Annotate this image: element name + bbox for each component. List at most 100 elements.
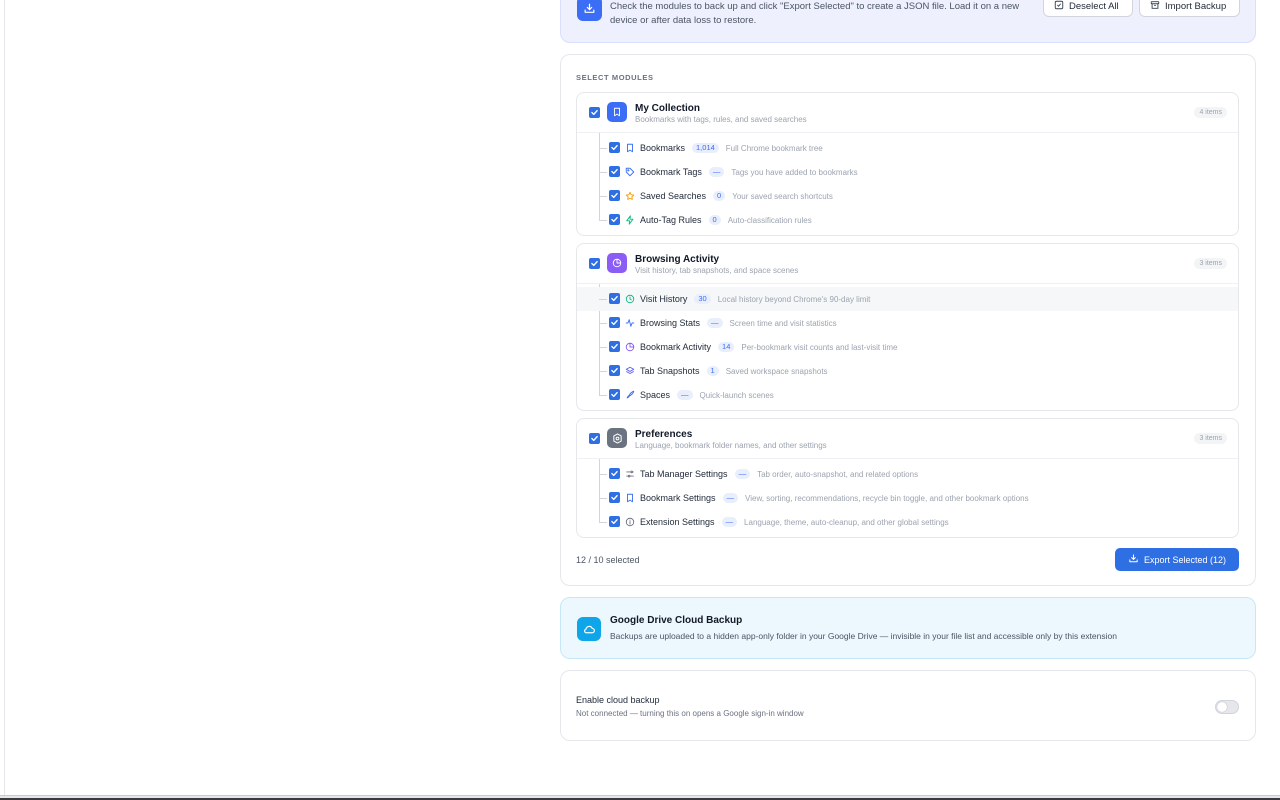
check-square-icon [1054,0,1064,13]
module-item[interactable]: Bookmark Tags — Tags you have added to b… [577,160,1238,184]
item-checkbox[interactable] [609,516,620,527]
item-checkbox[interactable] [609,142,620,153]
deselect-all-label: Deselect All [1069,0,1119,12]
item-info: Spaces — Quick-launch scenes [640,390,774,400]
group-title: My Collection [635,103,701,114]
item-desc: Tab order, auto-snapshot, and related op… [757,469,919,479]
item-label: Tab Manager Settings [640,469,728,479]
import-backup-label: Import Backup [1165,0,1227,12]
module-item[interactable]: Tab Snapshots 1 Saved workspace snapshot… [577,359,1238,383]
export-selected-button[interactable]: Export Selected (12) [1115,548,1239,571]
module-item[interactable]: Spaces — Quick-launch scenes [577,383,1238,407]
modules-card: SELECT MODULES My Collection Bookmarks w… [560,54,1256,586]
module-group-header[interactable]: Preferences Language, bookmark folder na… [577,419,1238,459]
item-desc: Your saved search shortcuts [732,191,833,201]
item-checkbox[interactable] [609,214,620,225]
module-group-items: Tab Manager Settings — Tab order, auto-s… [577,459,1238,537]
group-title: Browsing Activity [635,254,720,265]
settings-icon [607,428,627,448]
tree-branch [599,474,607,475]
item-count: 1 [706,366,719,376]
group-title: Preferences [635,429,693,440]
module-item[interactable]: Browsing Stats — Screen time and visit s… [577,311,1238,335]
module-item[interactable]: Auto-Tag Rules 0 Auto-classification rul… [577,208,1238,232]
module-item[interactable]: Saved Searches 0 Your saved search short… [577,184,1238,208]
item-desc: Tags you have added to bookmarks [731,167,858,177]
cloud-desc: Backups are uploaded to a hidden app-onl… [610,631,1117,641]
item-info: Bookmark Tags — Tags you have added to b… [640,167,858,177]
tree-branch [599,299,607,300]
banner-text: Check the modules to back up and click "… [610,1,1020,26]
item-desc: Screen time and visit statistics [729,318,837,328]
module-item[interactable]: Bookmark Settings — View, sorting, recom… [577,486,1238,510]
item-desc: Quick-launch scenes [699,390,774,400]
tree-branch [599,347,607,348]
toggle-desc: Not connected — turning this on opens a … [576,709,804,718]
archive-icon [1150,0,1160,13]
star-icon [625,191,635,201]
item-count: 0 [708,215,721,225]
item-label: Spaces [640,390,671,400]
item-count: — [721,517,738,527]
export-selected-label: Export Selected (12) [1143,554,1227,565]
tree-branch [599,196,607,197]
item-checkbox[interactable] [609,190,620,201]
backup-info-banner: Check the modules to back up and click "… [560,0,1256,43]
module-group-items: Bookmarks 1,014 Full Chrome bookmark tre… [577,133,1238,235]
module-group-header[interactable]: My Collection Bookmarks with tags, rules… [577,93,1238,133]
item-count: 30 [694,294,711,304]
item-label: Bookmark Activity [640,342,712,352]
module-item[interactable]: Visit History 30 Local history beyond Ch… [577,287,1238,311]
item-info: Tab Manager Settings — Tab order, auto-s… [640,469,918,479]
item-info: Saved Searches 0 Your saved search short… [640,191,833,201]
module-item[interactable]: Bookmark Activity 14 Per-bookmark visit … [577,335,1238,359]
group-checkbox[interactable] [589,258,600,269]
item-checkbox[interactable] [609,341,620,352]
tree-branch [599,172,607,173]
item-label: Bookmark Tags [640,167,702,177]
item-checkbox[interactable] [609,468,620,479]
toggle-title: Enable cloud backup [576,695,660,705]
module-item[interactable]: Bookmarks 1,014 Full Chrome bookmark tre… [577,136,1238,160]
item-checkbox[interactable] [609,492,620,503]
selected-count: 12 / 10 selected [576,555,640,565]
group-desc: Language, bookmark folder names, and oth… [635,441,827,450]
bookmark-icon [625,493,635,503]
sliders-icon [625,469,635,479]
tree-branch [599,148,607,149]
cloud-backup-toggle[interactable] [1215,700,1239,714]
tree-branch [599,395,607,396]
toggle-knob [1217,702,1227,712]
item-count: 1,014 [692,143,719,153]
group-checkbox[interactable] [589,433,600,444]
item-info: Bookmark Activity 14 Per-bookmark visit … [640,342,897,352]
deselect-all-button[interactable]: Deselect All [1043,0,1133,17]
import-backup-button[interactable]: Import Backup [1139,0,1240,17]
group-checkbox[interactable] [589,107,600,118]
module-group-header[interactable]: Browsing Activity Visit history, tab sna… [577,244,1238,284]
item-label: Bookmarks [640,143,686,153]
item-checkbox[interactable] [609,365,620,376]
item-checkbox[interactable] [609,317,620,328]
item-checkbox[interactable] [609,389,620,400]
cloud-backup-card: Google Drive Cloud Backup Backups are up… [560,597,1256,659]
item-info: Bookmarks 1,014 Full Chrome bookmark tre… [640,143,823,153]
item-desc: View, sorting, recommendations, recycle … [745,493,1029,503]
activity-icon [625,318,635,328]
item-info: Bookmark Settings — View, sorting, recom… [640,493,1029,503]
item-desc: Full Chrome bookmark tree [725,143,823,153]
page-left-border [4,0,5,795]
group-desc: Visit history, tab snapshots, and space … [635,266,799,275]
module-item[interactable]: Extension Settings — Language, theme, au… [577,510,1238,534]
module-item[interactable]: Tab Manager Settings — Tab order, auto-s… [577,462,1238,486]
item-count: — [734,469,751,479]
item-checkbox[interactable] [609,166,620,177]
pie-chart-icon [625,342,635,352]
item-label: Browsing Stats [640,318,701,328]
group-count-badge: 4 items [1194,107,1227,118]
item-label: Bookmark Settings [640,493,716,503]
item-checkbox[interactable] [609,293,620,304]
tree-branch [599,498,607,499]
tree-branch [599,323,607,324]
item-info: Extension Settings — Language, theme, au… [640,517,949,527]
